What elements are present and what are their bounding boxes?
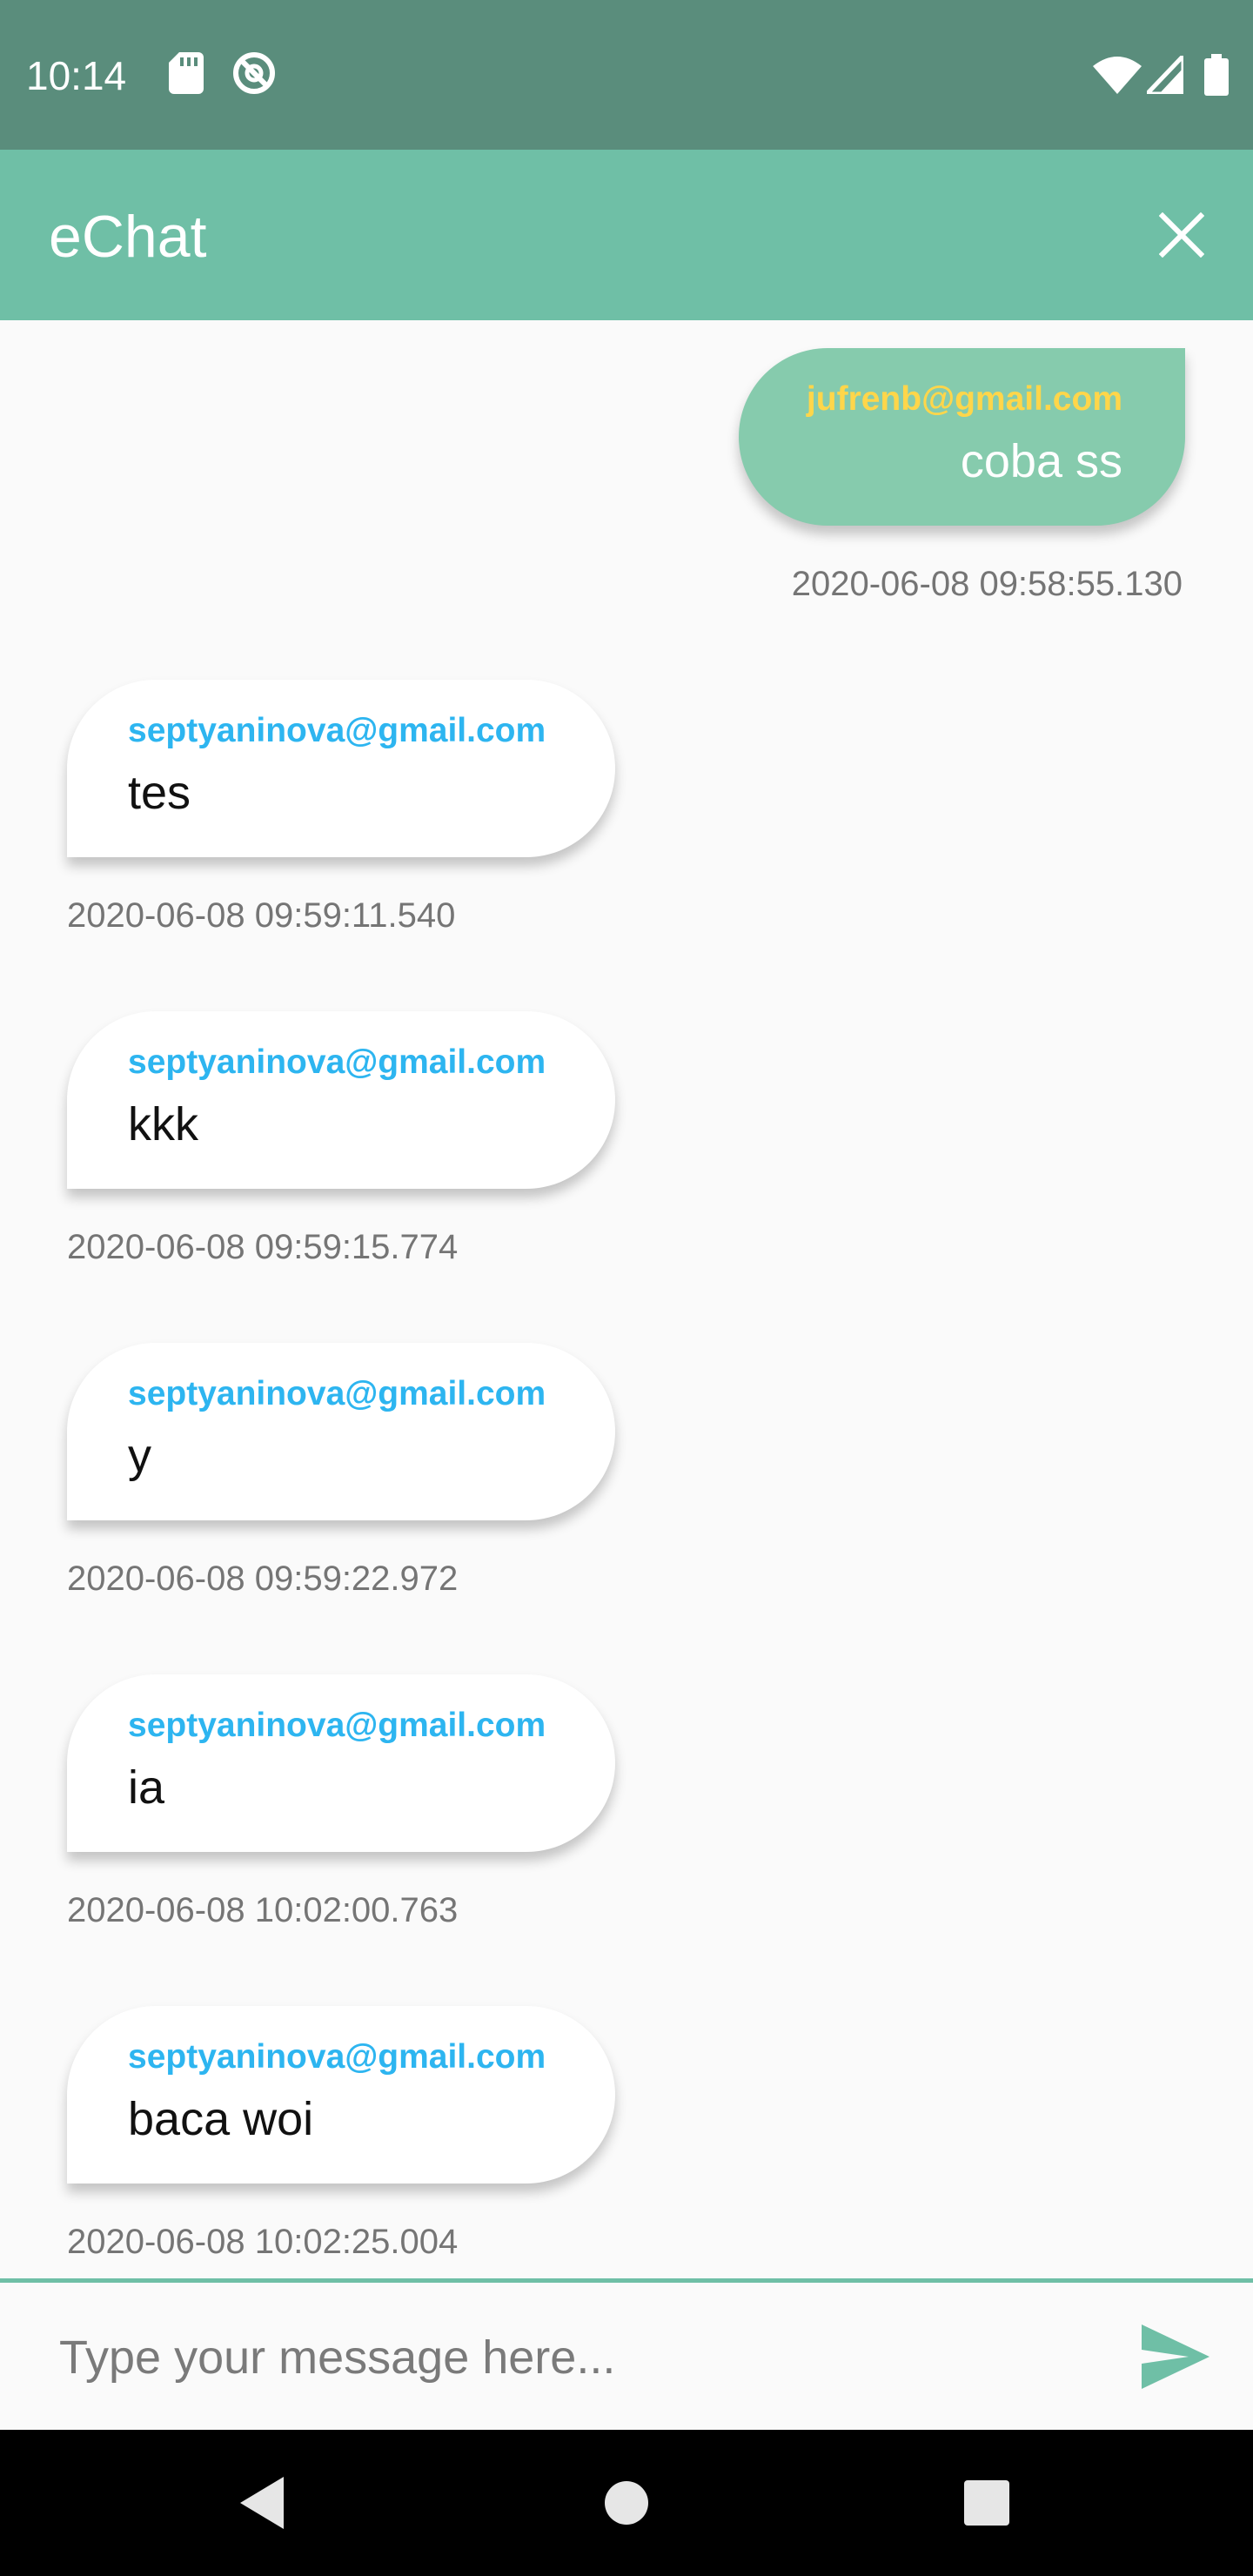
message-bubble[interactable]: jufrenb@gmail.com coba ss [739,348,1185,526]
message-text: ia [128,1761,165,1814]
message-list[interactable]: jufrenb@gmail.com coba ss 2020-06-08 09:… [0,320,1253,2278]
message-sender: jufrenb@gmail.com [806,380,1122,418]
back-icon[interactable] [228,2468,298,2538]
message-bubble[interactable]: septyaninova@gmail.com kkk [67,1011,615,1189]
message-timestamp: 2020-06-08 09:59:22.972 [67,1560,459,1598]
message-bubble[interactable]: septyaninova@gmail.com y [67,1343,615,1520]
message-bubble[interactable]: septyaninova@gmail.com tes [67,680,615,857]
wifi-icon [1093,57,1142,94]
message-text: coba ss [960,435,1122,487]
sync-off-icon [233,52,275,94]
message-text: baca woi [128,2093,314,2145]
message-bubble[interactable]: septyaninova@gmail.com baca woi [67,2006,615,2184]
battery-icon [1204,54,1229,96]
status-bar: 10:14 [0,0,1253,150]
send-icon [1142,2324,1209,2389]
signal-icon [1147,56,1183,94]
app-bar: eChat [0,150,1253,320]
recents-icon[interactable] [952,2468,1022,2538]
status-time: 10:14 [26,53,127,98]
message-timestamp: 2020-06-08 10:02:00.763 [67,1891,459,1929]
message-input[interactable] [59,2324,1103,2391]
close-icon [1159,212,1204,258]
message-text: y [128,1430,151,1482]
close-button[interactable] [1142,195,1222,275]
app-title: eChat [49,204,207,270]
message-sender: septyaninova@gmail.com [128,1707,546,1744]
message-sender: septyaninova@gmail.com [128,1375,546,1412]
message-sender: septyaninova@gmail.com [128,2038,546,2076]
home-icon[interactable] [592,2468,661,2538]
message-sender: septyaninova@gmail.com [128,712,546,749]
send-button[interactable] [1138,2321,1213,2392]
message-bubble[interactable]: septyaninova@gmail.com ia [67,1674,615,1852]
message-text: kkk [128,1098,198,1150]
message-timestamp: 2020-06-08 10:02:25.004 [67,2223,459,2261]
message-sender: septyaninova@gmail.com [128,1043,546,1081]
message-timestamp: 2020-06-08 09:59:11.540 [67,896,456,935]
message-composer [0,2278,1253,2430]
message-text: tes [128,767,191,819]
message-timestamp: 2020-06-08 09:58:55.130 [791,565,1183,603]
sd-card-icon [169,52,204,94]
message-timestamp: 2020-06-08 09:59:15.774 [67,1228,459,1266]
navigation-bar [0,2430,1253,2576]
